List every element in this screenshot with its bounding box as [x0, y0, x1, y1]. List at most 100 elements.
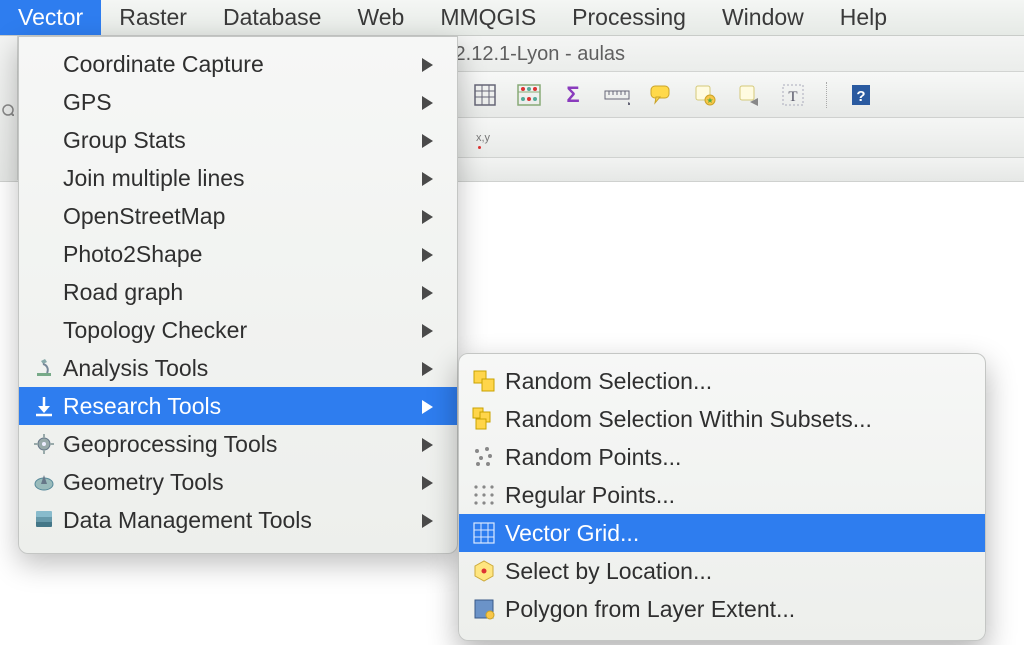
sub-label: Random Selection Within Subsets... — [505, 406, 872, 433]
menu-label: Vector — [18, 4, 83, 30]
vector-dropdown: Coordinate Capture GPS Group Stats Join … — [18, 36, 458, 554]
svg-text:?: ? — [856, 88, 865, 105]
select-location-icon — [471, 558, 497, 584]
dd-group-stats[interactable]: Group Stats — [19, 121, 457, 159]
menu-web[interactable]: Web — [339, 0, 422, 35]
submenu-arrow-icon — [422, 431, 433, 458]
note-move-icon[interactable] — [734, 80, 764, 110]
note-new-icon[interactable]: ★ — [690, 80, 720, 110]
submenu-arrow-icon — [422, 165, 433, 192]
text-tool-icon[interactable]: T — [778, 80, 808, 110]
menu-label: Database — [223, 4, 321, 30]
dd-label: OpenStreetMap — [63, 203, 225, 230]
dd-label: Geoprocessing Tools — [63, 431, 277, 458]
menu-raster[interactable]: Raster — [101, 0, 205, 35]
sub-label: Polygon from Layer Extent... — [505, 596, 795, 623]
sub-label: Select by Location... — [505, 558, 712, 585]
svg-text:T: T — [788, 89, 797, 105]
dd-coordinate-capture[interactable]: Coordinate Capture — [19, 45, 457, 83]
sub-label: Regular Points... — [505, 482, 675, 509]
research-tools-submenu: Random Selection... Random Selection Wit… — [458, 353, 986, 641]
menu-label: Raster — [119, 4, 187, 30]
left-toolbar-sliver — [0, 36, 18, 180]
dd-label: Research Tools — [63, 393, 221, 420]
menu-vector[interactable]: Vector — [0, 0, 101, 35]
dd-analysis-tools[interactable]: Analysis Tools — [19, 349, 457, 387]
dd-label: Data Management Tools — [63, 507, 312, 534]
menu-processing[interactable]: Processing — [554, 0, 704, 35]
xy-label: x,y — [476, 132, 490, 144]
sub-label: Random Selection... — [505, 368, 712, 395]
grid-icon — [471, 520, 497, 546]
submenu-arrow-icon — [422, 279, 433, 306]
dd-photo2shape[interactable]: Photo2Shape — [19, 235, 457, 273]
table-icon[interactable] — [470, 80, 500, 110]
submenu-arrow-icon — [422, 469, 433, 496]
dd-label: Analysis Tools — [63, 355, 208, 382]
sub-vector-grid[interactable]: Vector Grid... — [459, 514, 985, 552]
menubar: Vector Raster Database Web MMQGIS Proces… — [0, 0, 1024, 36]
menu-database[interactable]: Database — [205, 0, 339, 35]
menu-mmqgis[interactable]: MMQGIS — [422, 0, 554, 35]
menu-label: Window — [722, 4, 804, 30]
submenu-arrow-icon — [422, 241, 433, 268]
stack-icon — [33, 509, 55, 531]
dd-research-tools[interactable]: Research Tools — [19, 387, 457, 425]
dd-label: GPS — [63, 89, 112, 116]
menu-label: Help — [840, 4, 887, 30]
sub-random-selection-subsets[interactable]: Random Selection Within Subsets... — [459, 400, 985, 438]
ruler-icon[interactable] — [602, 80, 632, 110]
submenu-arrow-icon — [422, 203, 433, 230]
submenu-arrow-icon — [422, 51, 433, 78]
dd-label: Join multiple lines — [63, 165, 245, 192]
menu-label: MMQGIS — [440, 4, 536, 30]
random-selection-icon — [471, 368, 497, 394]
dd-join-lines[interactable]: Join multiple lines — [19, 159, 457, 197]
sigma-icon[interactable]: Σ — [558, 80, 588, 110]
submenu-arrow-icon — [422, 89, 433, 116]
abacus-icon[interactable] — [514, 80, 544, 110]
dd-label: Photo2Shape — [63, 241, 202, 268]
microscope-icon — [33, 357, 55, 379]
download-icon — [33, 395, 55, 417]
polygon-extent-icon — [471, 596, 497, 622]
sub-random-selection[interactable]: Random Selection... — [459, 362, 985, 400]
dd-label: Coordinate Capture — [63, 51, 264, 78]
menu-window[interactable]: Window — [704, 0, 822, 35]
submenu-arrow-icon — [422, 127, 433, 154]
gear-icon — [33, 433, 55, 455]
dd-geoprocessing-tools[interactable]: Geoprocessing Tools — [19, 425, 457, 463]
dd-label: Group Stats — [63, 127, 186, 154]
regular-points-icon — [471, 482, 497, 508]
sub-select-by-location[interactable]: Select by Location... — [459, 552, 985, 590]
random-subsets-icon — [471, 406, 497, 432]
dd-label: Road graph — [63, 279, 183, 306]
help-icon[interactable]: ? — [846, 80, 876, 110]
dd-gps[interactable]: GPS — [19, 83, 457, 121]
menu-help[interactable]: Help — [822, 0, 905, 35]
sub-regular-points[interactable]: Regular Points... — [459, 476, 985, 514]
sub-label: Random Points... — [505, 444, 681, 471]
menu-label: Web — [357, 4, 404, 30]
dd-data-management-tools[interactable]: Data Management Tools — [19, 501, 457, 539]
dd-label: Geometry Tools — [63, 469, 224, 496]
sub-label: Vector Grid... — [505, 520, 639, 547]
dd-topology-checker[interactable]: Topology Checker — [19, 311, 457, 349]
dd-openstreetmap[interactable]: OpenStreetMap — [19, 197, 457, 235]
submenu-arrow-icon — [422, 507, 433, 534]
submenu-arrow-icon — [422, 317, 433, 344]
compass-icon — [33, 471, 55, 493]
dd-road-graph[interactable]: Road graph — [19, 273, 457, 311]
magnifier-icon — [2, 104, 14, 116]
toolbar-separator — [826, 82, 828, 108]
submenu-arrow-icon — [422, 393, 433, 420]
sub-polygon-from-extent[interactable]: Polygon from Layer Extent... — [459, 590, 985, 628]
sub-random-points[interactable]: Random Points... — [459, 438, 985, 476]
tip-icon[interactable] — [646, 80, 676, 110]
random-points-icon — [471, 444, 497, 470]
submenu-arrow-icon — [422, 355, 433, 382]
dd-geometry-tools[interactable]: Geometry Tools — [19, 463, 457, 501]
dd-label: Topology Checker — [63, 317, 247, 344]
menu-label: Processing — [572, 4, 686, 30]
svg-text:★: ★ — [706, 96, 713, 105]
